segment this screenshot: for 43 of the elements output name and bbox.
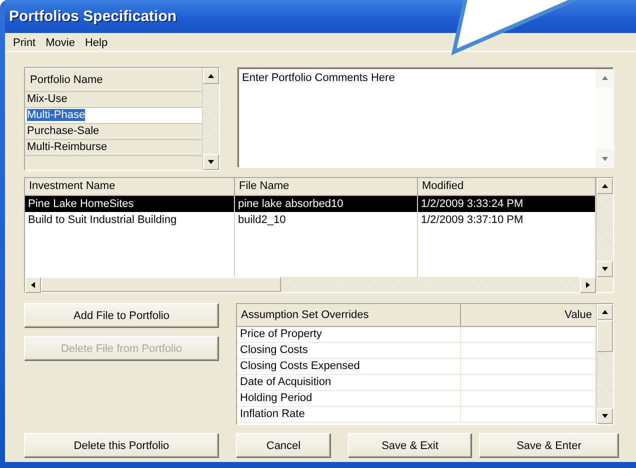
down-arrow-icon xyxy=(207,159,215,165)
table-row[interactable]: Pine Lake HomeSites pine lake absorbed10 1/2/2009 3:33:24 PM xyxy=(25,196,596,212)
menu-item[interactable]: Movie xyxy=(40,34,80,51)
action-button[interactable]: Add File to Portfolio xyxy=(24,303,219,328)
up-arrow-icon xyxy=(601,309,609,315)
list-item[interactable]: Purchase-Sale xyxy=(25,124,202,140)
column-header[interactable]: Value xyxy=(461,304,596,326)
down-arrow-icon xyxy=(600,156,608,162)
list-item[interactable]: Multi-Phase xyxy=(25,108,202,124)
list-item[interactable]: Multi-Reimburse xyxy=(25,140,202,156)
table-cell: Closing Costs Expensed xyxy=(237,359,461,374)
scroll-left-button[interactable] xyxy=(25,277,41,293)
up-arrow-icon xyxy=(601,183,609,189)
table-cell: Price of Property xyxy=(237,327,461,342)
table-cell: Holding Period xyxy=(237,391,461,406)
grid-line xyxy=(417,228,418,277)
table-cell: Inflation Rate xyxy=(237,407,461,422)
table-cell: pine lake absorbed10 xyxy=(235,196,418,213)
table-cell: Date of Acquisition xyxy=(237,375,461,390)
scroll-right-button[interactable] xyxy=(580,277,596,293)
up-arrow-icon xyxy=(600,74,608,80)
up-arrow-icon xyxy=(207,73,215,79)
table-cell: Pine Lake HomeSites xyxy=(25,196,235,213)
action-button[interactable]: Delete this Portfolio xyxy=(24,433,219,458)
column-header[interactable]: Assumption Set Overrides xyxy=(237,304,461,326)
scrollbar[interactable] xyxy=(25,277,596,292)
column-header[interactable]: Investment Name xyxy=(25,178,235,195)
action-button[interactable]: Save & Exit xyxy=(348,433,472,458)
table-cell: Closing Costs xyxy=(237,343,461,358)
menu-item[interactable]: Help xyxy=(80,34,113,51)
column-header[interactable]: File Name xyxy=(235,178,418,195)
grid-line xyxy=(234,228,235,277)
action-button[interactable]: Cancel xyxy=(236,433,331,458)
down-arrow-icon xyxy=(601,266,609,272)
left-arrow-icon xyxy=(30,281,36,289)
right-arrow-icon xyxy=(585,281,591,289)
window-title: Portfolios Specification xyxy=(9,8,177,25)
action-button[interactable]: Save & Enter xyxy=(479,433,619,458)
grid-line xyxy=(595,228,596,277)
list-item[interactable]: Mix-Use xyxy=(25,92,202,108)
down-arrow-icon xyxy=(601,413,609,419)
scrollbar-corner xyxy=(596,277,613,292)
menu-item[interactable]: Print xyxy=(8,34,41,51)
